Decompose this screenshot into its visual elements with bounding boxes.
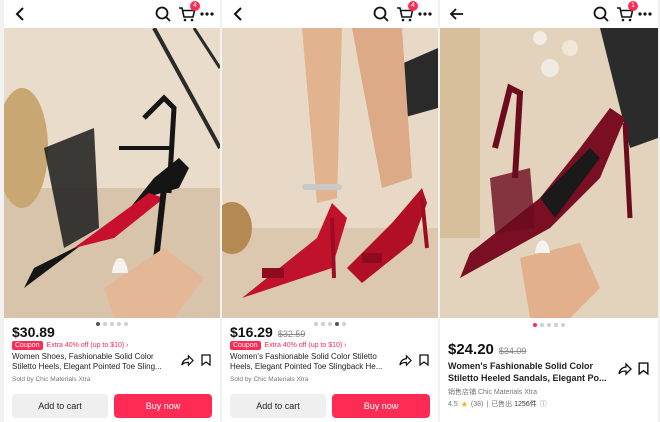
product-screens: 4 $30.89 Coupon Extra 40% off (up to $10… <box>0 0 660 422</box>
price-row: $24.20 $34.09 <box>448 341 526 358</box>
seller-info: Sold by Chic Materials Xtra <box>12 376 91 383</box>
original-price: $34.09 <box>498 346 527 356</box>
product-panel-2: 4 $16.29 $32.59 Coupon Extra 40% off (up… <box>222 0 438 422</box>
sold-number: 1256件 <box>514 401 537 408</box>
price-row: $30.89 <box>12 324 55 340</box>
rating-value: 4.5 <box>448 400 458 408</box>
search-icon[interactable] <box>372 5 390 23</box>
pager-dot <box>533 323 537 327</box>
separator: | <box>486 400 489 408</box>
coupon-tag: Coupon <box>230 341 261 350</box>
share-icon[interactable] <box>618 362 632 376</box>
rating-row: 4.5 ★ (38) | 已售出 1256件 ⓘ <box>448 399 547 409</box>
pager-dot <box>554 323 558 327</box>
pager-dot <box>117 322 121 326</box>
coupon-text: Extra 40% off (up to $10) › <box>264 342 347 349</box>
price-row: $16.29 $32.59 <box>230 324 305 340</box>
share-icon[interactable] <box>181 354 194 367</box>
cart-button[interactable]: 4 <box>396 1 418 23</box>
pager-dot <box>314 322 318 326</box>
sold-count: 已售出 1256件 <box>491 399 537 409</box>
seller-info: Sold by Chic Materials Xtra <box>230 376 309 383</box>
red-stiletto-photo <box>222 28 438 318</box>
top-bar: 1 <box>440 0 658 28</box>
pager-dot <box>561 323 565 327</box>
product-image[interactable] <box>222 28 438 318</box>
review-count[interactable]: (38) <box>471 401 483 408</box>
chevron-left-icon[interactable] <box>12 5 30 23</box>
add-to-cart-button[interactable]: Add to cart <box>230 394 326 418</box>
product-panel-3: 1 $24.20 $34.09 Women's Fashionable Soli… <box>440 0 658 422</box>
product-title: Women's Fashionable Solid Color Stiletto… <box>448 361 607 383</box>
buy-now-button[interactable]: Buy now <box>332 394 430 418</box>
add-to-cart-button[interactable]: Add to cart <box>12 394 108 418</box>
buy-now-button[interactable]: Buy now <box>114 394 212 418</box>
image-pager <box>440 323 658 327</box>
pager-dot <box>547 323 551 327</box>
pager-dot <box>124 322 128 326</box>
product-image[interactable] <box>440 28 658 318</box>
cart-button[interactable]: 4 <box>178 1 200 23</box>
chevron-left-icon[interactable] <box>230 5 248 23</box>
share-icon[interactable] <box>399 354 412 367</box>
pager-dot <box>540 323 544 327</box>
original-price: $32.59 <box>277 329 306 339</box>
product-image[interactable] <box>4 28 220 318</box>
info-icon[interactable]: ⓘ <box>540 399 547 409</box>
search-icon[interactable] <box>592 5 610 23</box>
black-slingback-photo <box>4 28 220 318</box>
bookmark-icon[interactable] <box>418 354 430 366</box>
pager-dot <box>110 322 114 326</box>
pager-dot <box>342 322 346 326</box>
coupon-row[interactable]: Coupon Extra 40% off (up to $10) › <box>12 341 129 350</box>
product-title: Women Shoes, Fashionable Solid Color Sti… <box>12 352 162 371</box>
burgundy-slingback-photo <box>440 28 658 318</box>
top-bar: 4 <box>4 0 220 28</box>
product-title: Women's Fashionable Solid Color Stiletto… <box>230 352 383 371</box>
pager-dot <box>96 322 100 326</box>
pager-dot <box>335 322 339 326</box>
coupon-text: Extra 40% off (up to $10) › <box>46 342 129 349</box>
sold-prefix: 已售出 <box>491 401 513 408</box>
arrow-left-icon[interactable] <box>448 5 466 23</box>
bookmark-icon[interactable] <box>637 362 650 375</box>
price: $24.20 <box>448 341 494 358</box>
more-icon[interactable] <box>636 5 654 23</box>
pager-dot <box>328 322 332 326</box>
bookmark-icon[interactable] <box>200 354 212 366</box>
coupon-row[interactable]: Coupon Extra 40% off (up to $10) › <box>230 341 347 350</box>
pager-dot <box>321 322 325 326</box>
coupon-tag: Coupon <box>12 341 43 350</box>
more-icon[interactable] <box>198 5 216 23</box>
price: $16.29 <box>230 324 273 340</box>
cart-button[interactable]: 1 <box>616 1 638 23</box>
top-bar: 4 <box>222 0 438 28</box>
more-icon[interactable] <box>416 5 434 23</box>
price: $30.89 <box>12 324 55 340</box>
star-icon: ★ <box>460 399 468 409</box>
product-panel-1: 4 $30.89 Coupon Extra 40% off (up to $10… <box>4 0 220 422</box>
search-icon[interactable] <box>154 5 172 23</box>
seller-info: 销售店铺 Chic Materials Xtra <box>448 389 538 396</box>
pager-dot <box>103 322 107 326</box>
